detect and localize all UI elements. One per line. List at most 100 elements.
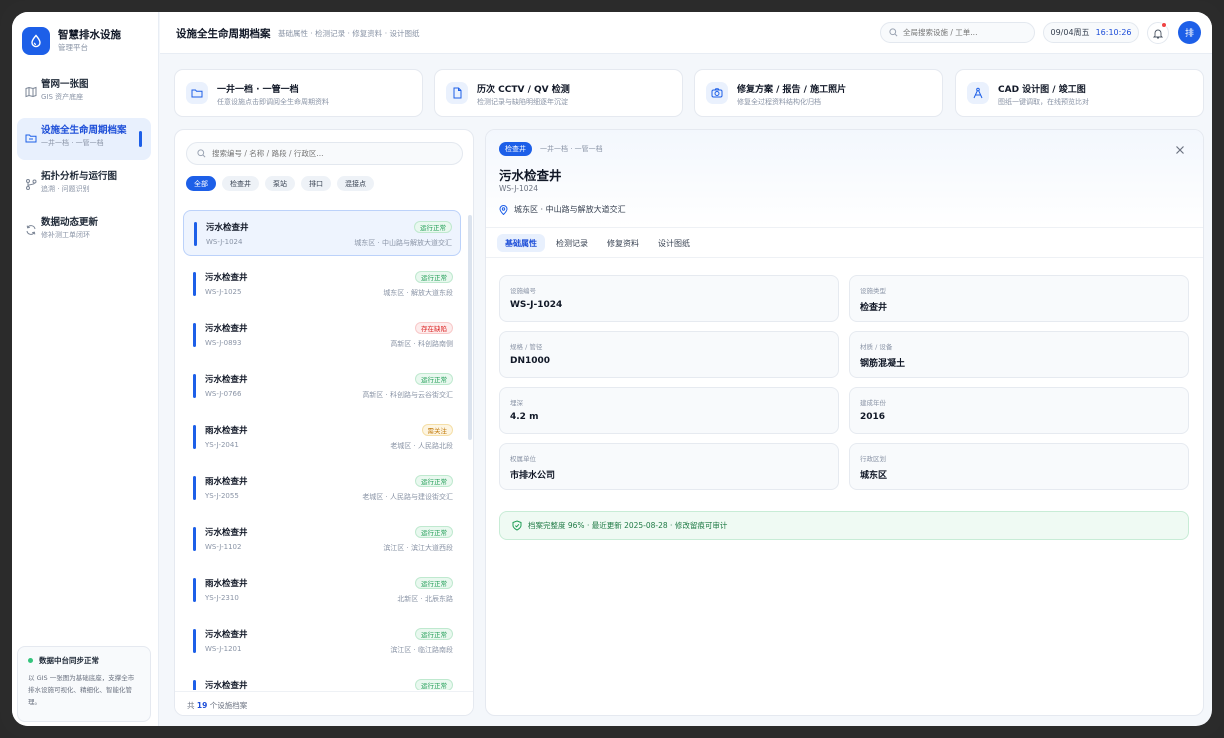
list-item[interactable]: 污水检查井 WS-J-1025 城东区 · 解放大道东段 运行正常 [183, 261, 461, 307]
list-item[interactable]: 污水检查井 运行正常 [183, 669, 461, 690]
row-marker [193, 374, 196, 398]
item-name: 雨水检查井 [205, 477, 248, 487]
row-marker [193, 629, 196, 653]
sidebar-item-sub: 追溯 · 问题识别 [41, 185, 90, 193]
bell-icon [1153, 29, 1163, 38]
field-label: 建成年份 [860, 399, 886, 407]
completeness-banner: 档案完整度 96% · 最近更新 2025-08-28 · 修改留痕可审计 [499, 511, 1189, 540]
sidebar-item-data-update[interactable]: 数据动态更新 修补测工单闭环 [17, 210, 151, 252]
facility-detail-panel: 检查井 一井一档 · 一管一档 污水检查井 WS-J-1024 城东区 · 中山… [485, 129, 1204, 716]
row-marker [193, 578, 196, 602]
close-icon[interactable] [1174, 144, 1186, 156]
tab-inspection-records[interactable]: 检测记录 [548, 234, 596, 252]
field-label: 埋深 [510, 399, 523, 407]
list-item[interactable]: 雨水检查井 YS-J-2041 老城区 · 人民路北段 需关注 [183, 414, 461, 460]
footer-prefix: 共 [187, 701, 195, 710]
item-location: 高新区 · 科创路与云谷街交汇 [362, 391, 453, 399]
item-name: 污水检查井 [205, 273, 248, 283]
list-item[interactable]: 污水检查井 WS-J-0893 高新区 · 科创路南侧 存在缺陷 [183, 312, 461, 358]
item-id: WS-J-1024 [206, 238, 243, 246]
sidebar-item-label: 管网一张图 [41, 79, 89, 90]
tab-basic-attributes[interactable]: 基础属性 [497, 234, 545, 252]
filter-manhole[interactable]: 检查井 [222, 176, 259, 191]
sync-status-card: 数据中台同步正常 以 GIS 一张图为基础底座，支撑全市排水设施可视化、精细化、… [17, 646, 151, 722]
detail-header: 检查井 一井一档 · 一管一档 污水检查井 WS-J-1024 城东区 · 中山… [486, 130, 1203, 228]
sidebar-item-gis-map[interactable]: 管网一张图 GIS 资产底座 [17, 72, 151, 114]
brand-subtitle: 管理平台 [58, 43, 88, 52]
row-marker [193, 527, 196, 551]
feature-card-repair[interactable]: 修复方案 / 报告 / 施工照片 修复全过程资料结构化归档 [694, 69, 943, 117]
sync-title: 数据中台同步正常 [39, 656, 99, 665]
water-drop-logo-icon [22, 27, 50, 55]
status-badge: 运行正常 [415, 526, 453, 538]
date-text: 09/04周五 [1050, 28, 1090, 37]
avatar[interactable]: 排 [1178, 21, 1201, 44]
camera-icon [706, 82, 728, 104]
compass-icon [967, 82, 989, 104]
sidebar-item-label: 拓扑分析与运行图 [41, 171, 118, 182]
list-item[interactable]: 雨水检查井 YS-J-2055 老城区 · 人民路与建设街交汇 运行正常 [183, 465, 461, 511]
row-marker [193, 272, 196, 296]
notification-dot [1161, 22, 1167, 28]
sidebar: 智慧排水设施 管理平台 管网一张图 GIS 资产底座 设施全生命周期档案 一井一… [12, 12, 159, 726]
field-label: 设施类型 [860, 287, 886, 295]
list-item[interactable]: 污水检查井 WS-J-1201 滨江区 · 临江路南段 运行正常 [183, 618, 461, 664]
list-search[interactable] [186, 142, 463, 165]
status-badge: 需关注 [421, 424, 453, 436]
brand[interactable]: 智慧排水设施 管理平台 [22, 27, 121, 55]
list-item[interactable]: 雨水检查井 YS-J-2310 北新区 · 北辰东路 运行正常 [183, 567, 461, 613]
facility-list: 污水检查井 WS-J-1024 城东区 · 中山路与解放大道交汇 运行正常 污水… [175, 210, 473, 690]
notification-button[interactable] [1147, 22, 1169, 44]
item-id: WS-J-1201 [205, 645, 242, 653]
field-facility-id: 设施编号 WS-J-1024 [499, 275, 839, 322]
tab-repair-documents[interactable]: 修复资料 [599, 234, 647, 252]
detail-location-text: 城东区 · 中山路与解放大道交汇 [514, 205, 626, 214]
filter-chips: 全部 检查井 泵站 排口 混接点 [186, 176, 380, 191]
global-search-input[interactable] [903, 28, 1023, 37]
list-item[interactable]: 污水检查井 WS-J-1024 城东区 · 中山路与解放大道交汇 运行正常 [183, 210, 461, 256]
field-value: 钢筋混凝土 [860, 359, 906, 369]
feature-card-cctv[interactable]: 历次 CCTV / QV 检测 检测记录与缺陷明细逐年沉淀 [434, 69, 683, 117]
feature-card-cad[interactable]: CAD 设计图 / 竣工图 图纸一键调取，在线预览比对 [955, 69, 1204, 117]
folder-open-icon [186, 82, 208, 104]
list-search-input[interactable] [212, 149, 442, 158]
list-item[interactable]: 污水检查井 WS-J-1102 滨江区 · 滨江大道西段 运行正常 [183, 516, 461, 562]
item-location: 高新区 · 科创路南侧 [390, 340, 453, 348]
status-badge: 运行正常 [415, 271, 453, 283]
footer-suffix: 个设施档案 [209, 701, 248, 710]
location-pin-icon [499, 204, 508, 215]
row-marker [194, 222, 197, 246]
status-badge: 运行正常 [415, 577, 453, 589]
filter-mixed-connection[interactable]: 混接点 [337, 176, 374, 191]
item-location: 滨江区 · 滨江大道西段 [383, 544, 453, 552]
list-item[interactable]: 污水检查井 WS-J-0766 高新区 · 科创路与云谷街交汇 运行正常 [183, 363, 461, 409]
field-value: DN1000 [510, 356, 551, 366]
list-scrollbar[interactable] [468, 215, 472, 440]
item-location: 老城区 · 人民路与建设街交汇 [362, 493, 453, 501]
field-build-year: 建成年份 2016 [849, 387, 1189, 434]
feature-title: 修复方案 / 报告 / 施工照片 [737, 85, 847, 95]
status-badge: 运行正常 [415, 373, 453, 385]
sidebar-item-topology[interactable]: 拓扑分析与运行图 追溯 · 问题识别 [17, 164, 151, 206]
time-text: 16:10:26 [1095, 28, 1132, 37]
field-value: 检查井 [860, 303, 888, 313]
status-dot-icon [28, 658, 33, 663]
shield-check-icon [512, 520, 522, 531]
tab-design-drawings[interactable]: 设计图纸 [650, 234, 698, 252]
filter-pump-station[interactable]: 泵站 [265, 176, 295, 191]
field-label: 规格 / 管径 [510, 343, 543, 351]
feature-card-archive[interactable]: 一井一档 · 一管一档 任意设施点击即调阅全生命周期资料 [174, 69, 423, 117]
row-marker [193, 323, 196, 347]
sidebar-item-sub: GIS 资产底座 [41, 93, 84, 101]
feature-title: CAD 设计图 / 竣工图 [998, 85, 1086, 95]
global-search[interactable] [880, 22, 1035, 43]
field-label: 权属单位 [510, 455, 536, 463]
list-footer: 共 19 个设施档案 [175, 691, 473, 715]
filter-outfall[interactable]: 排口 [301, 176, 331, 191]
field-label: 设施编号 [510, 287, 536, 295]
sidebar-item-label: 数据动态更新 [41, 217, 99, 228]
status-badge: 运行正常 [415, 475, 453, 487]
sidebar-item-lifecycle-archive[interactable]: 设施全生命周期档案 一井一档 · 一管一档 [17, 118, 151, 160]
item-name: 雨水检查井 [205, 426, 248, 436]
filter-all[interactable]: 全部 [186, 176, 216, 191]
